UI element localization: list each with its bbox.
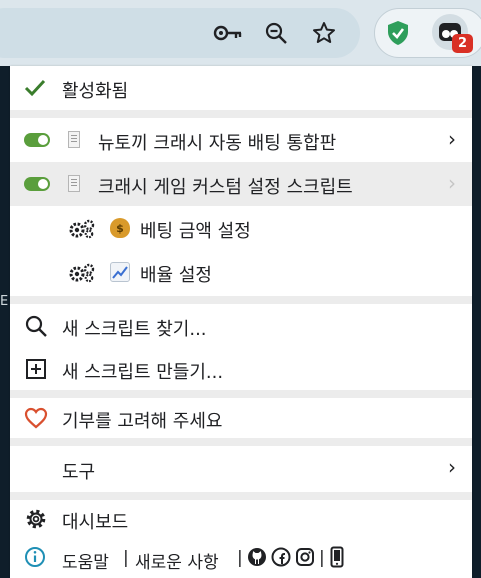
enabled-label: 활성화됨	[62, 81, 129, 102]
menu-divider	[10, 492, 472, 500]
zoom-out-icon[interactable]	[260, 17, 292, 49]
dashboard-label: 대시보드	[62, 512, 129, 533]
browser-toolbar: 2	[0, 0, 481, 66]
dashboard-item[interactable]: 대시보드	[10, 500, 472, 538]
chart-increasing-icon	[110, 262, 130, 282]
link-separator: |	[123, 548, 129, 568]
info-icon	[24, 546, 46, 568]
find-new-script-item[interactable]: 새 스크립트 찾기...	[10, 304, 472, 348]
tools-item[interactable]: 도구 ›	[10, 446, 472, 492]
heart-icon	[24, 407, 48, 429]
shield-extension-icon[interactable]	[382, 17, 414, 49]
chevron-right-icon: ›	[448, 127, 456, 151]
gear-icon	[24, 507, 48, 531]
userscript-menu: 활성화됨 뉴토끼 크래시 자동 배팅 통합판 › 크래시 게임 커스텀 설정 스…	[10, 66, 472, 578]
chevron-right-icon: ›	[448, 455, 456, 479]
extension-badge-count: 2	[452, 34, 473, 53]
script-item[interactable]: 뉴토끼 크래시 자동 배팅 통합판 ›	[10, 118, 472, 162]
menu-divider	[10, 296, 472, 304]
check-icon	[24, 77, 46, 99]
donate-label: 기부를 고려해 주세요	[62, 411, 223, 432]
help-link[interactable]: 도움말	[62, 548, 109, 573]
donate-item[interactable]: 기부를 고려해 주세요	[10, 398, 472, 438]
create-new-script-label: 새 스크립트 만들기...	[62, 362, 224, 383]
search-icon	[24, 314, 48, 338]
whats-new-link[interactable]: 새로운 사항	[135, 548, 219, 573]
link-separator: |	[319, 548, 325, 568]
help-links-row: 도움말 | 새로운 사항 | |	[10, 538, 472, 578]
chevron-right-icon: ›	[448, 171, 456, 195]
script-name: 뉴토끼 크래시 자동 배팅 통합판	[98, 133, 337, 154]
enabled-toggle-item[interactable]: 활성화됨	[10, 66, 472, 110]
instagram-icon[interactable]	[295, 547, 315, 567]
gears-icon	[68, 218, 96, 240]
facebook-icon[interactable]	[271, 547, 291, 567]
menu-divider	[10, 390, 472, 398]
script-enabled-toggle[interactable]	[24, 133, 50, 147]
plus-square-icon	[25, 358, 47, 380]
bookmark-star-icon[interactable]	[308, 17, 340, 49]
github-icon[interactable]	[247, 547, 267, 567]
script-enabled-toggle[interactable]	[24, 177, 50, 191]
script-item[interactable]: 크래시 게임 커스텀 설정 스크립트 ›	[10, 162, 472, 206]
script-command-item[interactable]: $ 베팅 금액 설정	[10, 206, 472, 250]
gears-icon	[68, 262, 96, 284]
script-command-item[interactable]: 배율 설정	[10, 250, 472, 296]
page-edge-text: E	[0, 294, 9, 309]
link-separator: |	[237, 548, 243, 568]
find-new-script-label: 새 스크립트 찾기...	[62, 319, 207, 340]
mobile-phone-icon[interactable]	[330, 546, 344, 568]
command-label: 배율 설정	[140, 265, 212, 286]
create-new-script-item[interactable]: 새 스크립트 만들기...	[10, 348, 472, 390]
script-name: 크래시 게임 커스텀 설정 스크립트	[98, 177, 353, 198]
menu-divider	[10, 438, 472, 446]
address-bar[interactable]	[0, 8, 360, 58]
password-key-icon[interactable]	[212, 17, 244, 49]
tools-label: 도구	[62, 462, 96, 483]
script-document-icon	[68, 131, 80, 148]
menu-divider	[10, 110, 472, 118]
money-bag-icon: $	[110, 218, 130, 238]
command-label: 베팅 금액 설정	[140, 221, 251, 242]
script-document-icon	[68, 175, 80, 192]
